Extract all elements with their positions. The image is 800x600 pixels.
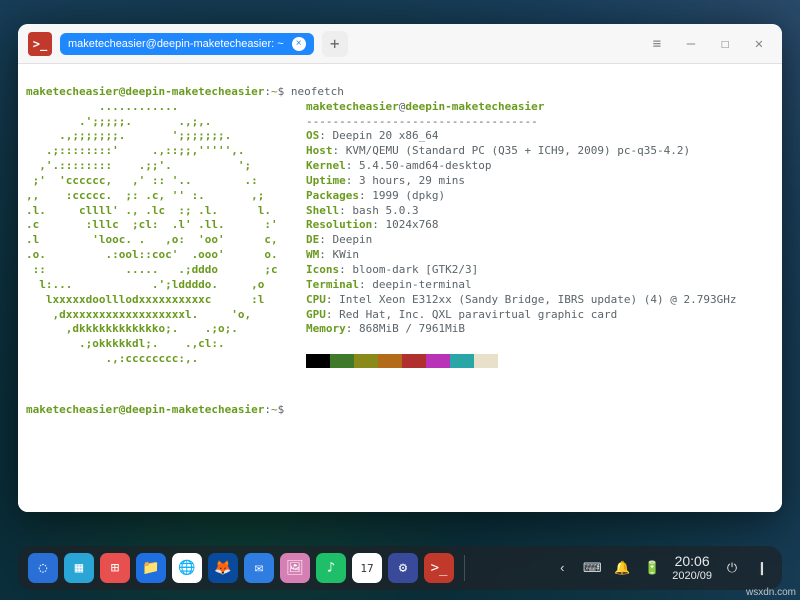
maximize-button[interactable]: ☐ <box>712 31 738 57</box>
watermark: wsxdn.com <box>746 587 796 598</box>
color-swatches <box>306 354 498 368</box>
terminal-output[interactable]: maketecheasier@deepin-maketecheasier:~$ … <box>18 64 782 512</box>
taskbar: ◌▦⊞📁🌐🦊✉🖼♪17⚙>_ ‹ ⌨ 🔔 🔋 20:06 2020/09 ⏻ ❙ <box>18 546 782 590</box>
show-desktop-icon[interactable]: ❙ <box>752 558 772 578</box>
battery-icon[interactable]: 🔋 <box>642 558 662 578</box>
clock-date: 2020/09 <box>672 570 712 582</box>
clock[interactable]: 20:06 2020/09 <box>672 554 712 581</box>
menu-button[interactable]: ≡ <box>644 31 670 57</box>
prompt-userhost: maketecheasier@deepin-maketecheasier <box>26 403 264 416</box>
taskbar-terminal-icon[interactable]: >_ <box>424 553 454 583</box>
taskbar-appstore-icon[interactable]: ⊞ <box>100 553 130 583</box>
neofetch-info: maketecheasier@deepin-maketecheasier----… <box>306 100 774 373</box>
taskbar-multitask-icon[interactable]: ▦ <box>64 553 94 583</box>
tray-expand-icon[interactable]: ‹ <box>552 558 572 578</box>
taskbar-music-icon[interactable]: ♪ <box>316 553 346 583</box>
taskbar-settings-icon[interactable]: ⚙ <box>388 553 418 583</box>
entered-command: neofetch <box>291 85 344 98</box>
taskbar-firefox-icon[interactable]: 🦊 <box>208 553 238 583</box>
new-tab-button[interactable]: + <box>322 31 348 57</box>
terminal-window: >_ maketecheasier@deepin-maketecheasier:… <box>18 24 782 512</box>
taskbar-separator <box>464 555 465 581</box>
close-button[interactable]: ✕ <box>746 31 772 57</box>
notification-icon[interactable]: 🔔 <box>612 558 632 578</box>
terminal-tab[interactable]: maketecheasier@deepin-maketecheasier: ~ … <box>60 33 314 55</box>
clock-time: 20:06 <box>672 554 712 569</box>
tab-close-icon[interactable]: × <box>292 37 306 51</box>
window-titlebar: >_ maketecheasier@deepin-maketecheasier:… <box>18 24 782 64</box>
taskbar-files-icon[interactable]: 📁 <box>136 553 166 583</box>
prompt-cwd: ~ <box>271 85 278 98</box>
prompt-userhost: maketecheasier@deepin-maketecheasier <box>26 85 264 98</box>
minimize-button[interactable]: — <box>678 31 704 57</box>
neofetch-output: ............ .';;;;;. .,;,. .,;;;;;;;. '… <box>26 100 774 373</box>
terminal-app-icon: >_ <box>28 32 52 56</box>
power-icon[interactable]: ⏻ <box>722 558 742 578</box>
taskbar-launcher-icon[interactable]: ◌ <box>28 553 58 583</box>
taskbar-browser-deepin-icon[interactable]: 🌐 <box>172 553 202 583</box>
taskbar-calendar-icon[interactable]: 17 <box>352 553 382 583</box>
neofetch-ascii-logo: ............ .';;;;;. .,;,. .,;;;;;;;. '… <box>26 100 306 367</box>
tab-title: maketecheasier@deepin-maketecheasier: ~ <box>68 38 284 50</box>
prompt-cwd: ~ <box>271 403 278 416</box>
taskbar-photos-icon[interactable]: 🖼 <box>280 553 310 583</box>
taskbar-mail-icon[interactable]: ✉ <box>244 553 274 583</box>
keyboard-icon[interactable]: ⌨ <box>582 558 602 578</box>
system-tray: ‹ ⌨ 🔔 🔋 20:06 2020/09 ⏻ ❙ <box>552 554 772 581</box>
